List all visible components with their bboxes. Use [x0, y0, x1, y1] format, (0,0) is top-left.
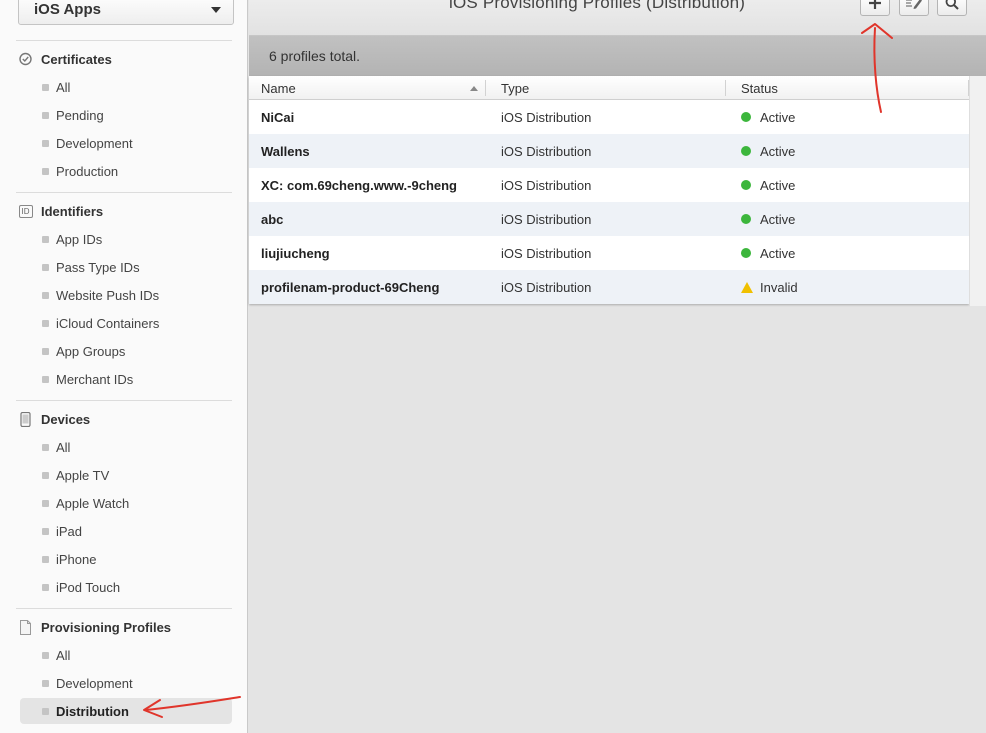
column-header-type[interactable]: Type	[501, 76, 529, 100]
profile-count: 6 profiles total.	[269, 48, 361, 64]
profile-type: iOS Distribution	[501, 211, 592, 227]
id-icon: ID	[18, 204, 33, 219]
divider	[16, 608, 232, 609]
edit-icon	[905, 0, 923, 15]
profile-name: liujiucheng	[261, 245, 330, 261]
profile-status: Invalid	[741, 270, 798, 304]
sidebar-item-certificates-pending[interactable]: Pending	[20, 102, 232, 128]
column-header-name[interactable]: Name	[261, 76, 296, 100]
profiles-table: Name Type Status NiCai iOS Distribution …	[249, 76, 969, 304]
column-header-status[interactable]: Status	[741, 76, 778, 100]
sidebar-item-ipad[interactable]: iPad	[20, 518, 232, 544]
certificate-icon	[18, 52, 33, 67]
section-title: Provisioning Profiles	[41, 619, 172, 635]
profile-name: profilenam-product-69Cheng	[261, 279, 440, 295]
section-certificates: Certificates	[18, 49, 112, 69]
sidebar: iOS Apps Certificates All Pending Develo…	[0, 0, 248, 733]
sort-ascending-icon	[470, 86, 478, 91]
profile-type: iOS Distribution	[501, 177, 592, 193]
chevron-down-icon	[211, 7, 221, 13]
profile-status: Active	[741, 168, 795, 202]
active-status-icon	[741, 214, 751, 224]
sidebar-item-certificates-development[interactable]: Development	[20, 130, 232, 156]
sidebar-item-website-push-ids[interactable]: Website Push IDs	[20, 282, 232, 308]
sidebar-item-apple-tv[interactable]: Apple TV	[20, 462, 232, 488]
table-header: Name Type Status	[249, 76, 969, 100]
search-button[interactable]	[937, 0, 967, 16]
table-row[interactable]: liujiucheng iOS Distribution Active	[249, 236, 969, 270]
sidebar-item-iphone[interactable]: iPhone	[20, 546, 232, 572]
profile-name: abc	[261, 211, 284, 227]
summary-bar: 6 profiles total.	[249, 36, 986, 76]
sidebar-item-pass-type-ids[interactable]: Pass Type IDs	[20, 254, 232, 280]
profile-status: Active	[741, 134, 795, 168]
profile-status: Active	[741, 236, 795, 270]
section-devices: Devices	[18, 409, 90, 429]
table-row[interactable]: Wallens iOS Distribution Active	[249, 134, 969, 168]
edit-button[interactable]	[899, 0, 929, 16]
divider	[16, 192, 232, 193]
title-bar: iOS Provisioning Profiles (Distribution)	[249, 0, 986, 36]
table-row[interactable]: abc iOS Distribution Active	[249, 202, 969, 236]
section-provisioning-profiles: Provisioning Profiles	[18, 617, 171, 637]
sidebar-item-ipod-touch[interactable]: iPod Touch	[20, 574, 232, 600]
profile-name: Wallens	[261, 143, 310, 159]
section-title: Certificates	[41, 51, 112, 67]
active-status-icon	[741, 248, 751, 258]
sidebar-item-profiles-distribution[interactable]: Distribution	[20, 698, 232, 724]
sidebar-item-apple-watch[interactable]: Apple Watch	[20, 490, 232, 516]
profile-type: iOS Distribution	[501, 245, 592, 261]
divider	[16, 40, 232, 41]
divider	[16, 400, 232, 401]
section-title: Devices	[41, 411, 91, 427]
section-identifiers: ID Identifiers	[18, 201, 103, 221]
profile-name: NiCai	[261, 109, 295, 125]
add-icon	[868, 0, 882, 15]
app-type-select-label: iOS Apps	[34, 1, 101, 18]
add-button[interactable]	[860, 0, 890, 16]
main-panel: iOS Provisioning Profiles (Distribution)…	[249, 0, 986, 733]
warning-icon	[741, 281, 753, 293]
sidebar-item-merchant-ids[interactable]: Merchant IDs	[20, 366, 232, 392]
active-status-icon	[741, 112, 751, 122]
search-icon	[945, 0, 959, 15]
sidebar-item-profiles-development[interactable]: Development	[20, 670, 232, 696]
profile-name: XC: com.69cheng.www.-9cheng	[261, 177, 458, 193]
sidebar-item-app-groups[interactable]: App Groups	[20, 338, 232, 364]
sidebar-item-app-ids[interactable]: App IDs	[20, 226, 232, 252]
device-icon	[18, 411, 33, 427]
table-row[interactable]: profilenam-product-69Cheng iOS Distribut…	[249, 270, 969, 304]
profile-type: iOS Distribution	[501, 279, 592, 295]
section-title: Identifiers	[41, 203, 104, 219]
app-type-select[interactable]: iOS Apps	[18, 0, 234, 25]
table-row[interactable]: XC: com.69cheng.www.-9cheng iOS Distribu…	[249, 168, 969, 202]
profile-status: Active	[741, 100, 795, 134]
page-title: iOS Provisioning Profiles (Distribution)	[449, 0, 746, 12]
profile-type: iOS Distribution	[501, 109, 592, 125]
active-status-icon	[741, 180, 751, 190]
profile-status: Active	[741, 202, 795, 236]
table-scrollbar[interactable]	[969, 76, 986, 306]
table-row[interactable]: NiCai iOS Distribution Active	[249, 100, 969, 134]
sidebar-item-icloud-containers[interactable]: iCloud Containers	[20, 310, 232, 336]
sidebar-item-certificates-all[interactable]: All	[20, 74, 232, 100]
sidebar-item-certificates-production[interactable]: Production	[20, 158, 232, 184]
sidebar-item-profiles-all[interactable]: All	[20, 642, 232, 668]
sidebar-item-devices-all[interactable]: All	[20, 434, 232, 460]
profile-type: iOS Distribution	[501, 143, 592, 159]
document-icon	[18, 619, 33, 635]
active-status-icon	[741, 146, 751, 156]
